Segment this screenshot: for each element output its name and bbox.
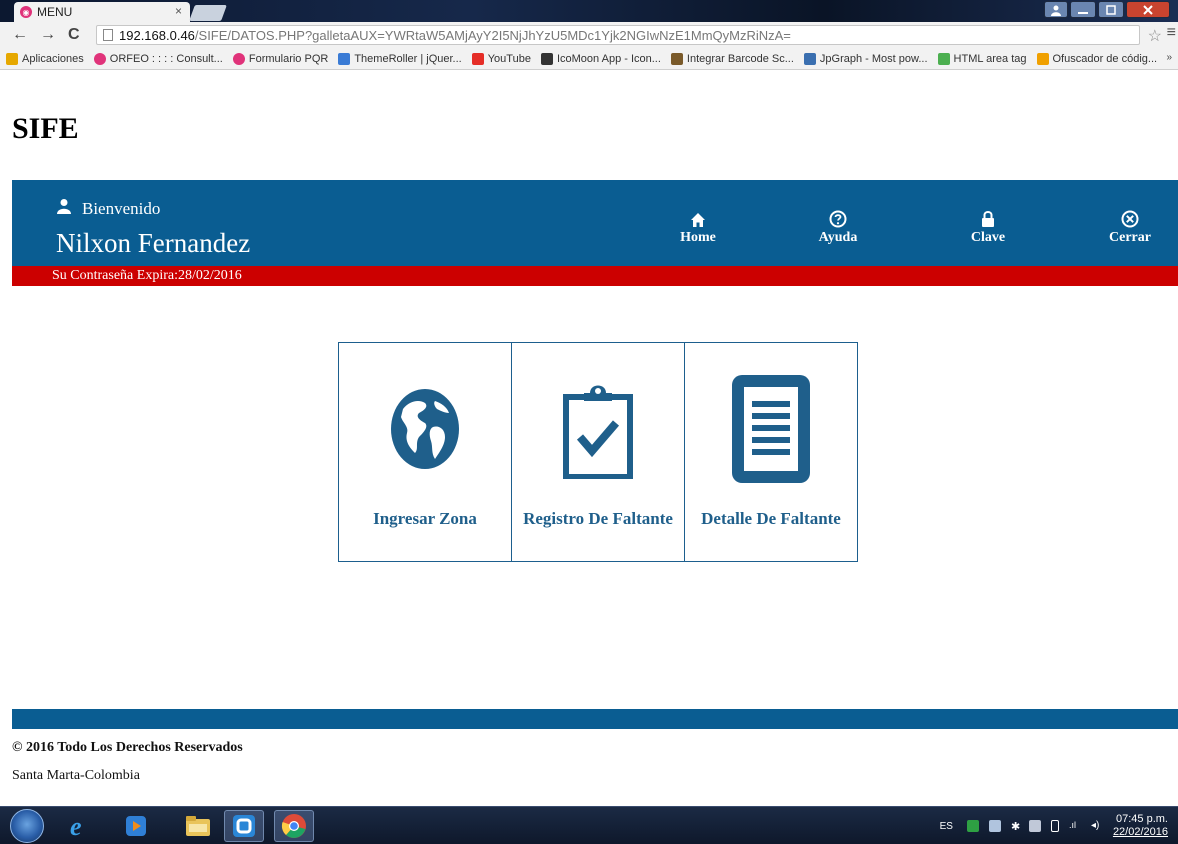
address-bar[interactable]: 192.168.0.46/SIFE/DATOS.PHP?galletaAUX=Y…	[96, 25, 1140, 45]
bookmark-favicon-icon	[232, 52, 245, 65]
file-explorer-icon[interactable]	[178, 810, 218, 842]
browser-tab[interactable]: ◉ MENU ×	[14, 2, 190, 22]
tab-favicon-icon: ◉	[20, 6, 32, 18]
bookmark-favicon-icon	[338, 52, 351, 65]
lock-icon	[981, 208, 995, 228]
nav-home[interactable]: Home	[676, 208, 720, 246]
browser-toolbar: ← → C 192.168.0.46/SIFE/DATOS.PHP?gallet…	[0, 22, 1178, 48]
bookmarks-bar: Aplicaciones ORFEO : : : : Consult... Fo…	[0, 48, 1178, 70]
close-circle-icon	[1121, 208, 1139, 228]
apps-grid-icon	[6, 52, 18, 65]
browser-tabstrip: ◉ MENU ×	[0, 0, 1178, 22]
chrome-icon[interactable]	[274, 810, 314, 842]
clipboard-check-icon	[512, 373, 684, 485]
clock-time: 07:45 p.m.	[1116, 813, 1168, 825]
battery-icon[interactable]	[1050, 820, 1059, 832]
user-icon	[56, 198, 72, 219]
tile-label: Detalle De Faltante	[701, 509, 841, 528]
youtube-icon	[471, 52, 484, 65]
welcome-row: Bienvenido	[56, 198, 160, 219]
minimize-button[interactable]	[1070, 1, 1096, 18]
nav-ayuda-label: Ayuda	[818, 230, 858, 245]
tile-registro-de-faltante[interactable]: Registro De Faltante	[511, 342, 685, 562]
network-device-icon[interactable]	[988, 820, 1001, 832]
tile-detalle-de-faltante[interactable]: Detalle De Faltante	[684, 342, 858, 562]
bluetooth-icon[interactable]: ✱	[1011, 820, 1020, 833]
bookmark-item[interactable]: HTML area tag	[937, 52, 1027, 65]
bookmark-item[interactable]: JpGraph - Most pow...	[803, 52, 928, 65]
bookmark-favicon-icon	[670, 52, 683, 65]
new-tab-button[interactable]	[189, 5, 227, 21]
nav-home-label: Home	[680, 230, 716, 245]
tile-ingresar-zona[interactable]: Ingresar Zona	[338, 342, 512, 562]
bookmark-favicon-icon	[1036, 52, 1049, 65]
restore-button[interactable]	[1098, 1, 1124, 18]
bookmark-item[interactable]: Aplicaciones	[6, 52, 84, 65]
reload-icon[interactable]: C	[68, 26, 80, 44]
system-tray: ES ✱ .ıl ◂) 07:45 p.m. 22/02/2016	[940, 807, 1178, 844]
location-text: Santa Marta-Colombia	[12, 768, 140, 783]
bookmark-star-icon[interactable]: ☆	[1148, 26, 1162, 46]
site-title: SIFE	[12, 112, 79, 145]
bookmark-item[interactable]: Ofuscador de códig...	[1036, 52, 1157, 65]
bookmark-item[interactable]: ORFEO : : : : Consult...	[93, 52, 223, 65]
back-arrow-icon[interactable]: ←	[12, 26, 28, 44]
bookmark-favicon-icon	[937, 52, 950, 65]
internet-explorer-icon[interactable]: e	[60, 810, 100, 842]
start-button[interactable]	[10, 809, 44, 843]
bookmarks-overflow-icon[interactable]: »	[1166, 52, 1172, 63]
tile-label: Registro De Faltante	[523, 509, 673, 528]
screen: ◉ MENU × ← → C 192.168.0.46/SIFE/DATOS.P…	[0, 0, 1178, 844]
copyright-text: © 2016 Todo Los Derechos Reservados	[12, 740, 243, 755]
document-icon	[685, 373, 857, 485]
nav-ayuda[interactable]: Ayuda	[808, 208, 868, 246]
svg-text:e: e	[70, 813, 82, 839]
volume-icon[interactable]: ◂)	[1091, 820, 1103, 832]
bookmark-item[interactable]: ThemeRoller | jQuer...	[338, 52, 462, 65]
tray-app-icon[interactable]	[966, 820, 979, 832]
home-icon	[690, 208, 706, 228]
outlook-icon[interactable]	[224, 810, 264, 842]
forward-arrow-icon[interactable]: →	[40, 26, 56, 44]
bookmark-item[interactable]: YouTube	[471, 52, 531, 65]
signal-icon[interactable]: .ıl	[1069, 820, 1081, 832]
windows-taskbar: e ES ✱ .ıl ◂) 07:45 p.m. 22/02/2016	[0, 806, 1178, 844]
tab-title: MENU	[37, 5, 73, 19]
tab-close-icon[interactable]: ×	[175, 4, 182, 18]
page-icon	[103, 29, 113, 41]
password-expiry-banner: Su Contraseña Expira:28/02/2016	[12, 266, 1178, 286]
nav-clave-label: Clave	[970, 230, 1006, 245]
welcome-text: Bienvenido	[82, 198, 161, 218]
tile-label: Ingresar Zona	[373, 509, 477, 528]
bookmark-favicon-icon	[540, 52, 553, 65]
clock[interactable]: 07:45 p.m. 22/02/2016	[1113, 813, 1168, 839]
bookmark-item[interactable]: Formulario PQR	[232, 52, 328, 65]
clock-date: 22/02/2016	[1112, 826, 1168, 838]
user-name: Nilxon Fernandez	[56, 228, 251, 258]
footer-band	[12, 709, 1178, 729]
url-path: /SIFE/DATOS.PHP?galletaAUX=YWRtaW5AMjAyY…	[194, 27, 791, 43]
nav-cerrar[interactable]: Cerrar	[1102, 208, 1158, 246]
menu-tiles: Ingresar Zona Registro De Faltante Detal…	[338, 342, 861, 562]
bookmark-favicon-icon	[93, 52, 106, 65]
bookmark-favicon-icon	[803, 52, 816, 65]
bookmark-item[interactable]: IcoMoon App - Icon...	[540, 52, 661, 65]
browser-menu-icon[interactable]: ≡	[1167, 24, 1176, 42]
profile-icon[interactable]	[1044, 1, 1068, 18]
language-indicator[interactable]: ES	[940, 821, 953, 832]
action-center-icon[interactable]	[1028, 820, 1041, 832]
window-controls	[1044, 1, 1170, 18]
url-host: 192.168.0.46	[119, 27, 195, 43]
nav-clave[interactable]: Clave	[960, 208, 1016, 246]
close-window-button[interactable]	[1126, 1, 1170, 18]
help-icon	[829, 208, 847, 228]
user-header: Bienvenido Nilxon Fernandez Home Ayuda C…	[12, 180, 1178, 266]
globe-icon	[339, 373, 511, 485]
nav-cerrar-label: Cerrar	[1109, 230, 1151, 245]
bookmark-item[interactable]: Integrar Barcode Sc...	[670, 52, 794, 65]
media-player-icon[interactable]	[116, 810, 156, 842]
